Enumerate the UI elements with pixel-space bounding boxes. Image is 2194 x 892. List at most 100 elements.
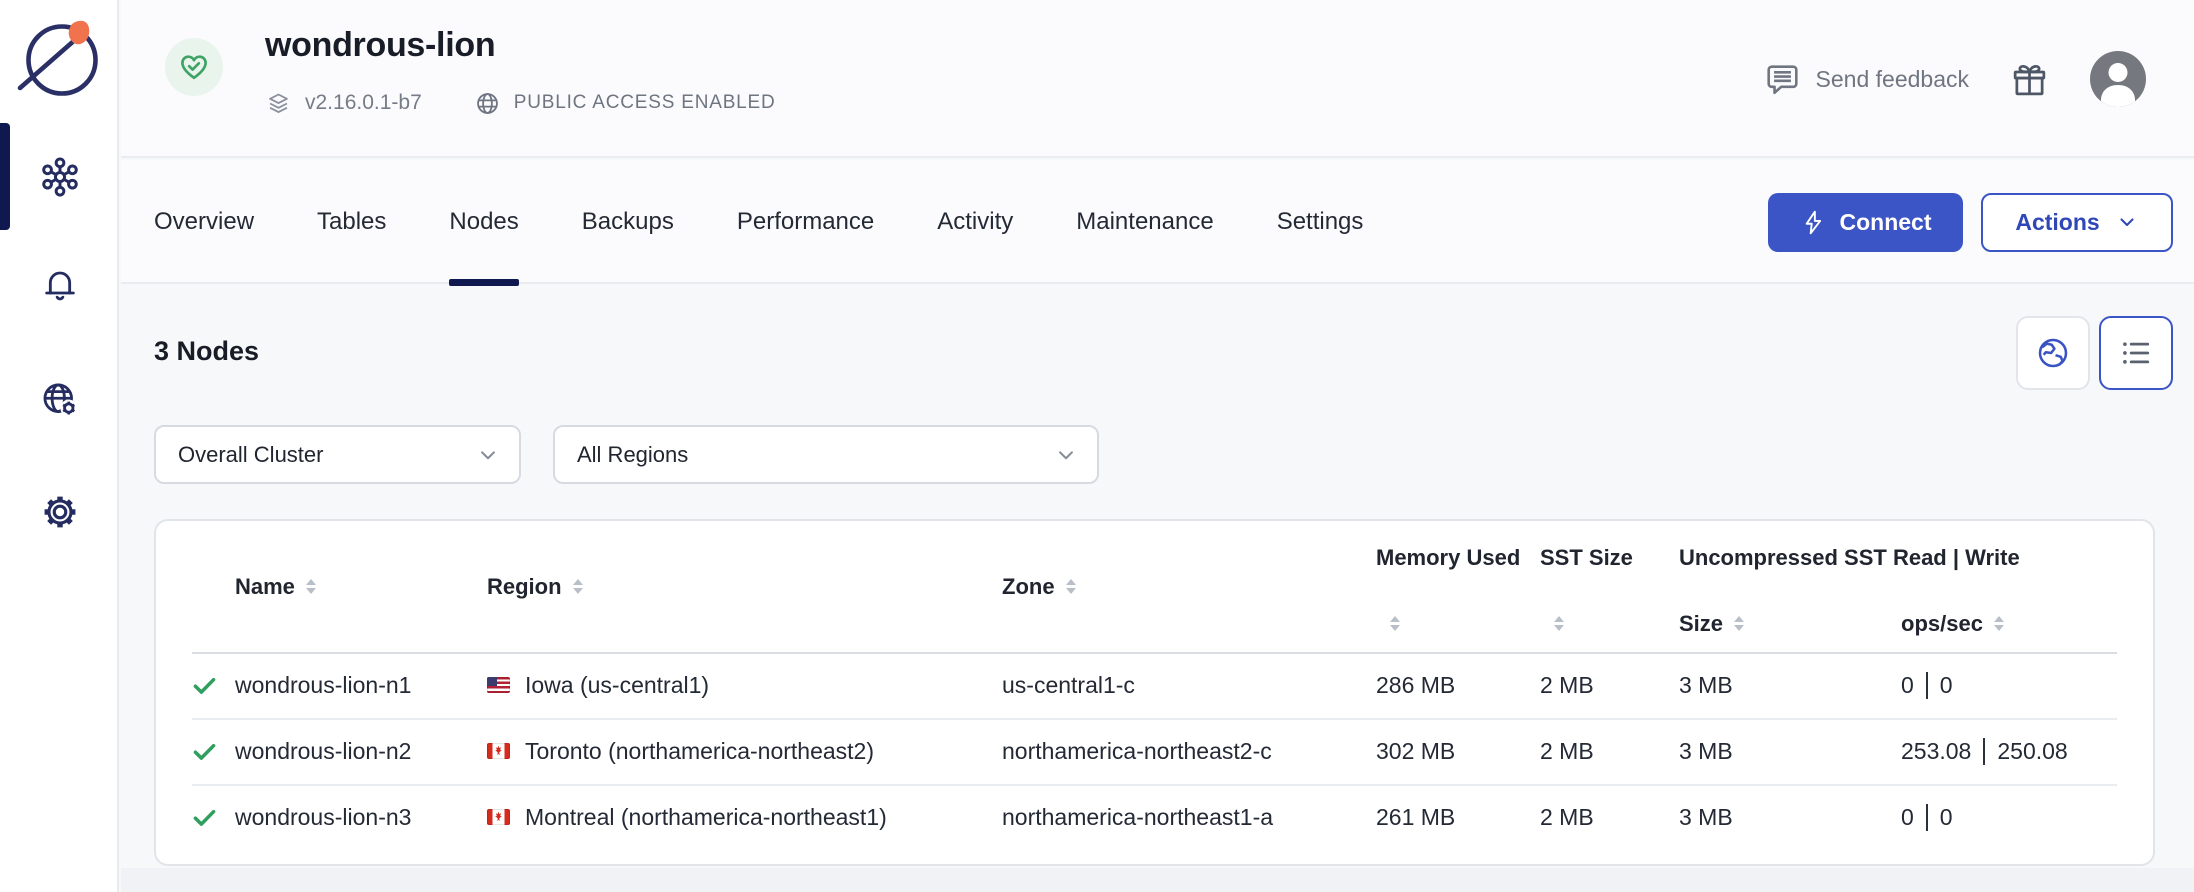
table-row[interactable]: wondrous-lion-n1 Iowa (us-central1) us-c… xyxy=(156,652,2153,718)
node-zone: northamerica-northeast2-c xyxy=(1002,738,1376,765)
column-label: Zone xyxy=(1002,574,1055,600)
actions-button[interactable]: Actions xyxy=(1981,193,2173,252)
ops-read: 0 xyxy=(1901,804,1914,831)
column-header-memory[interactable]: Memory Used xyxy=(1376,521,1540,595)
sidebar-item-settings[interactable] xyxy=(0,491,119,533)
node-uncompressed-size: 3 MB xyxy=(1679,672,1901,699)
column-header-size[interactable]: Size xyxy=(1679,595,1901,652)
health-status-badge xyxy=(165,38,223,96)
tab-tables[interactable]: Tables xyxy=(317,160,386,284)
public-access-label: PUBLIC ACCESS ENABLED xyxy=(514,92,776,114)
nodes-count-title: 3 Nodes xyxy=(154,336,259,367)
sidebar-item-alerts[interactable] xyxy=(0,264,119,304)
sort-icon[interactable] xyxy=(1994,616,2004,631)
tab-nodes[interactable]: Nodes xyxy=(449,160,518,284)
canada-flag-icon xyxy=(487,809,510,825)
tab-maintenance[interactable]: Maintenance xyxy=(1076,160,1213,284)
actions-label: Actions xyxy=(2015,209,2099,236)
send-feedback-label: Send feedback xyxy=(1816,66,1969,93)
ops-read: 253.08 xyxy=(1901,738,1971,765)
cluster-header: wondrous-lion v2.16.0.1-b7 xyxy=(121,0,2194,158)
sort-icon[interactable] xyxy=(1734,616,1744,631)
tab-activity[interactable]: Activity xyxy=(937,160,1013,284)
ops-write: 0 xyxy=(1940,804,1953,831)
column-group-header-uncompressed-sst: Uncompressed SST Read | Write xyxy=(1679,521,2153,595)
sort-icon[interactable] xyxy=(1066,579,1076,594)
column-label: ops/sec xyxy=(1901,611,1983,637)
node-name: wondrous-lion-n3 xyxy=(235,804,487,831)
sort-sst-size[interactable] xyxy=(1540,595,1679,652)
healthy-check-icon xyxy=(190,803,219,832)
canada-flag-icon xyxy=(487,743,510,759)
column-label: Uncompressed SST Read | Write xyxy=(1679,545,2020,571)
pipe-divider xyxy=(1983,738,1985,765)
column-header-zone[interactable]: Zone xyxy=(1002,521,1376,652)
brand-logo-icon[interactable] xyxy=(10,12,104,106)
node-ops-cell: 0 0 xyxy=(1901,804,2153,831)
tab-backups[interactable]: Backups xyxy=(582,160,674,284)
sidebar xyxy=(0,0,119,892)
tab-settings[interactable]: Settings xyxy=(1277,160,1364,284)
node-memory: 286 MB xyxy=(1376,672,1540,699)
region-filter-value: All Regions xyxy=(577,442,688,468)
node-region: Montreal (northamerica-northeast1) xyxy=(525,804,887,831)
column-label: Region xyxy=(487,574,562,600)
node-ops-cell: 253.08 250.08 xyxy=(1901,738,2153,765)
map-view-button[interactable] xyxy=(2016,316,2090,390)
column-label: Name xyxy=(235,574,295,600)
column-header-ops-sec[interactable]: ops/sec xyxy=(1901,595,2153,652)
sidebar-item-network[interactable] xyxy=(0,379,119,421)
node-memory: 261 MB xyxy=(1376,804,1540,831)
list-view-button[interactable] xyxy=(2099,316,2173,390)
user-avatar[interactable] xyxy=(2090,51,2146,107)
page-title: wondrous-lion xyxy=(265,26,495,65)
metric-scope-dropdown[interactable]: Overall Cluster xyxy=(154,425,521,484)
node-zone: northamerica-northeast1-a xyxy=(1002,804,1376,831)
region-filter-dropdown[interactable]: All Regions xyxy=(553,425,1099,484)
sort-icon[interactable] xyxy=(306,579,316,594)
connect-button[interactable]: Connect xyxy=(1768,193,1963,252)
list-icon xyxy=(2117,334,2155,372)
main-content: wondrous-lion v2.16.0.1-b7 xyxy=(121,0,2194,892)
header-actions: Send feedback xyxy=(1763,0,2146,158)
chevron-down-icon xyxy=(1053,442,1079,468)
node-region-cell: Iowa (us-central1) xyxy=(487,672,1002,699)
view-toggles xyxy=(2016,316,2173,390)
connect-label: Connect xyxy=(1840,209,1932,236)
layers-icon xyxy=(265,90,292,117)
send-feedback-button[interactable]: Send feedback xyxy=(1763,60,1969,99)
sort-memory[interactable] xyxy=(1376,595,1540,652)
tab-performance[interactable]: Performance xyxy=(737,160,874,284)
node-sst-size: 2 MB xyxy=(1540,804,1679,831)
tabs: Overview Tables Nodes Backups Performanc… xyxy=(154,160,1363,284)
tab-bar: Overview Tables Nodes Backups Performanc… xyxy=(121,160,2194,284)
sort-icon[interactable] xyxy=(573,579,583,594)
globe-icon xyxy=(474,90,501,117)
column-header-name[interactable]: Name xyxy=(235,521,487,652)
node-uncompressed-size: 3 MB xyxy=(1679,804,1901,831)
us-flag-icon xyxy=(487,677,510,693)
version-label: v2.16.0.1-b7 xyxy=(305,91,422,115)
column-header-region[interactable]: Region xyxy=(487,521,1002,652)
table-body: wondrous-lion-n1 Iowa (us-central1) us-c… xyxy=(156,652,2153,850)
tab-overview[interactable]: Overview xyxy=(154,160,254,284)
healthy-check-icon xyxy=(190,737,219,766)
node-health-cell xyxy=(156,671,235,700)
node-sst-size: 2 MB xyxy=(1540,672,1679,699)
node-region: Iowa (us-central1) xyxy=(525,672,709,699)
heart-check-icon xyxy=(177,50,211,84)
node-health-cell xyxy=(156,737,235,766)
globe-gear-icon xyxy=(39,379,81,421)
column-header-sst-size[interactable]: SST Size xyxy=(1540,521,1679,595)
sort-icon[interactable] xyxy=(1390,616,1400,631)
nodes-table-card: Name Region Zone Memory Used SST Size xyxy=(154,519,2155,866)
sort-icon[interactable] xyxy=(1554,616,1564,631)
sidebar-item-clusters[interactable] xyxy=(0,156,119,198)
column-label: Memory Used xyxy=(1376,545,1520,571)
ops-read: 0 xyxy=(1901,672,1914,699)
metric-scope-value: Overall Cluster xyxy=(178,442,323,468)
table-row[interactable]: wondrous-lion-n2 Toronto (northamerica-n… xyxy=(156,718,2153,784)
node-name: wondrous-lion-n2 xyxy=(235,738,487,765)
gift-icon[interactable] xyxy=(2009,59,2050,100)
table-row[interactable]: wondrous-lion-n3 Montreal (northamerica-… xyxy=(156,784,2153,850)
